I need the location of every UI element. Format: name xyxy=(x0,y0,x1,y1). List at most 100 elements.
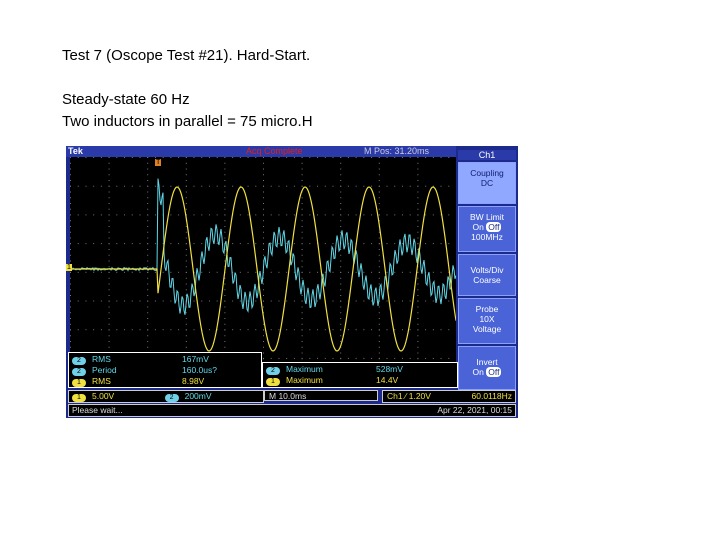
grid-dot xyxy=(379,214,380,215)
grid-dot xyxy=(302,255,303,256)
grid-dot xyxy=(371,301,372,302)
grid-dot xyxy=(224,232,225,233)
grid-dot xyxy=(132,329,133,330)
grid-dot xyxy=(255,157,256,158)
grid-dot xyxy=(356,157,357,158)
grid-dot xyxy=(109,249,110,250)
grid-dot xyxy=(302,163,303,164)
grid-dot xyxy=(170,243,171,244)
grid-dot xyxy=(124,329,125,330)
grid-dot xyxy=(363,301,364,302)
grid-dot xyxy=(201,272,202,273)
grid-dot xyxy=(417,284,418,285)
grid-dot xyxy=(170,214,171,215)
grid-dot xyxy=(201,301,202,302)
grid-dot xyxy=(255,186,256,187)
grid-dot xyxy=(309,157,310,158)
grid-dot xyxy=(147,266,148,267)
grid-dot xyxy=(332,358,333,359)
grid-dot xyxy=(70,335,71,336)
coupling-button[interactable]: Coupling DC xyxy=(458,162,516,204)
grid-dot xyxy=(371,358,372,359)
grid-dot xyxy=(302,169,303,170)
grid-dot xyxy=(186,192,187,193)
grid-dot xyxy=(224,186,225,187)
grid-dot xyxy=(109,174,110,175)
grid-dot xyxy=(302,295,303,296)
grid-dot xyxy=(340,232,341,233)
horizontal-position: M Pos: 31.20ms xyxy=(364,146,429,156)
grid-dot xyxy=(240,329,241,330)
grid-dot xyxy=(224,341,225,342)
grid-dot xyxy=(340,312,341,313)
grid-dot xyxy=(379,243,380,244)
grid-dot xyxy=(217,214,218,215)
grid-dot xyxy=(109,163,110,164)
grid-dot xyxy=(101,329,102,330)
grid-dot xyxy=(263,163,264,164)
grid-dot xyxy=(340,353,341,354)
grid-dot xyxy=(186,272,187,273)
grid-dot xyxy=(163,272,164,273)
grid-dot xyxy=(363,243,364,244)
grid-dot xyxy=(309,272,310,273)
grid-dot xyxy=(109,238,110,239)
grid-dot xyxy=(232,157,233,158)
grid-dot xyxy=(379,180,380,181)
grid-dot xyxy=(379,209,380,210)
grid-dot xyxy=(309,214,310,215)
grid-dot xyxy=(340,335,341,336)
grid-dot xyxy=(78,214,79,215)
grid-dot xyxy=(263,197,264,198)
grid-dot xyxy=(224,209,225,210)
grid-dot xyxy=(340,266,341,267)
grid-dot xyxy=(363,358,364,359)
probe-button[interactable]: Probe 10X Voltage xyxy=(458,298,516,344)
grid-dot xyxy=(147,226,148,227)
grid-dot xyxy=(109,197,110,198)
grid-dot xyxy=(255,301,256,302)
grid-dot xyxy=(348,272,349,273)
grid-dot xyxy=(294,301,295,302)
grid-dot xyxy=(379,312,380,313)
grid-dot xyxy=(394,272,395,273)
grid-dot xyxy=(356,301,357,302)
grid-dot xyxy=(209,329,210,330)
measurements-left: 2 RMS 167mV 2 Period 160.0us? 1 RMS 8.98V xyxy=(68,352,262,388)
grid-dot xyxy=(263,358,264,359)
grid-dot xyxy=(70,307,71,308)
menu-title: Ch1 xyxy=(458,150,516,160)
grid-dot xyxy=(379,266,380,267)
grid-dot xyxy=(410,214,411,215)
grid-dot xyxy=(101,186,102,187)
grid-dot xyxy=(317,272,318,273)
grid-dot xyxy=(332,186,333,187)
grid-dot xyxy=(186,289,187,290)
grid-dot xyxy=(109,157,110,158)
volts-div-button[interactable]: Volts/Div Coarse xyxy=(458,254,516,296)
grid-dot xyxy=(410,301,411,302)
grid-dot xyxy=(155,301,156,302)
acquisition-status: Acq Complete xyxy=(246,146,303,156)
grid-dot xyxy=(224,312,225,313)
grid-dot xyxy=(340,174,341,175)
grid-dot xyxy=(147,324,148,325)
grid-dot xyxy=(263,295,264,296)
grid-dot xyxy=(70,214,71,215)
grid-dot xyxy=(348,214,349,215)
grid-dot xyxy=(109,307,110,308)
grid-dot xyxy=(186,174,187,175)
grid-dot xyxy=(425,186,426,187)
bw-limit-button[interactable]: BW Limit On Off 100MHz xyxy=(458,206,516,252)
tek-logo: Tek xyxy=(68,146,83,156)
grid-dot xyxy=(325,272,326,273)
grid-dot xyxy=(147,157,148,158)
grid-dot xyxy=(109,318,110,319)
grid-dot xyxy=(325,243,326,244)
grid-dot xyxy=(363,157,364,158)
invert-button[interactable]: Invert On Off xyxy=(458,346,516,390)
grid-dot xyxy=(194,186,195,187)
grid-dot xyxy=(70,301,71,302)
grid-dot xyxy=(394,358,395,359)
grid-dot xyxy=(417,358,418,359)
